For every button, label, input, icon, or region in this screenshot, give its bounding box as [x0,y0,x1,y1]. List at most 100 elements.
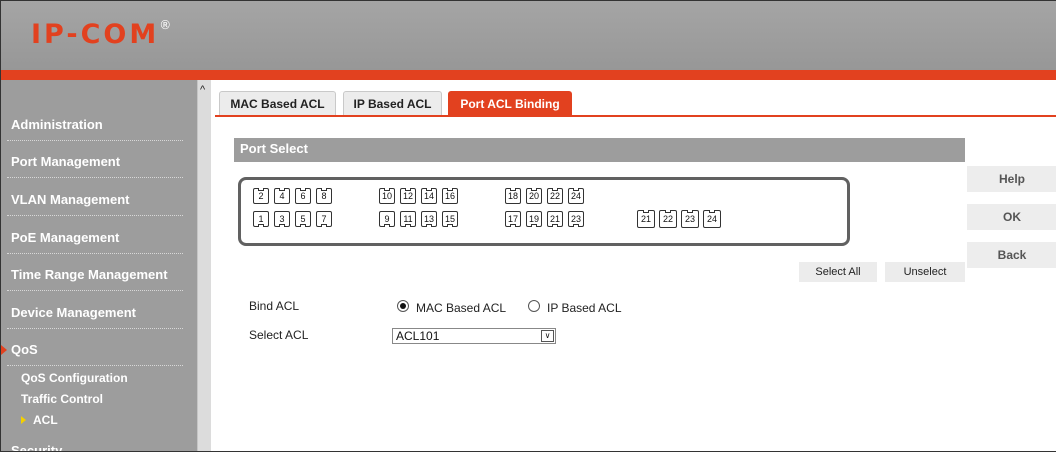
sidebar-item-administration[interactable]: Administration [1,117,197,141]
sidebar-item-time-range-management[interactable]: Time Range Management [1,267,197,291]
radio-ip-based-acl[interactable] [528,300,540,312]
port-number: 22 [662,214,673,224]
unselect-button[interactable]: Unselect [885,262,965,282]
triangle-right-icon [21,416,26,424]
port-7[interactable]: 7 [316,211,332,227]
acl-select[interactable]: ACL101 ∨ [392,328,556,344]
port-18-top[interactable]: 18 [505,188,521,204]
help-button[interactable]: Help [967,166,1056,192]
port-number: 2 [258,191,264,201]
port-number: 4 [279,191,285,201]
port-number: 24 [570,191,581,201]
port-12-top[interactable]: 12 [400,188,416,204]
port-notch [552,224,558,227]
port-number: 16 [444,191,455,201]
port-notch [573,188,579,191]
port-17[interactable]: 17 [505,211,521,227]
port-notch [384,188,390,191]
button-label: Back [997,248,1027,262]
port-4-top[interactable]: 4 [274,188,290,204]
sidebar-subitem-acl[interactable]: ACL [21,413,58,427]
port-number: 17 [507,214,518,224]
radio-ip-label: IP Based ACL [547,301,622,315]
divider [7,253,183,254]
port-10-top[interactable]: 10 [379,188,395,204]
port-notch [709,210,715,213]
port-number: 23 [684,214,695,224]
sidebar: Administration Port Management VLAN Mana… [1,80,197,451]
sidebar-item-device-management[interactable]: Device Management [1,305,197,329]
port-number: 3 [279,214,285,224]
port-notch [279,188,285,191]
sfp-port-22[interactable]: 22 [659,210,677,228]
registered-mark: ® [159,18,172,32]
port-1[interactable]: 1 [253,211,269,227]
port-13[interactable]: 13 [421,211,437,227]
sidebar-item-qos[interactable]: QoS [1,342,197,366]
radio-mac-based-acl[interactable] [397,300,409,312]
port-6-top[interactable]: 6 [295,188,311,204]
port-14-top[interactable]: 14 [421,188,437,204]
port-notch [279,224,285,227]
ipcom-logo: IP-COM® [31,18,172,50]
port-notch [447,188,453,191]
port-notch [426,188,432,191]
port-15[interactable]: 15 [442,211,458,227]
port-notch [384,224,390,227]
divider [7,328,183,329]
tab-mac-based-acl[interactable]: MAC Based ACL [219,91,336,116]
tab-label: IP Based ACL [353,97,432,111]
back-button[interactable]: Back [967,242,1056,268]
sidebar-scrollbar[interactable]: ^ [197,80,211,451]
port-9[interactable]: 9 [379,211,395,227]
tab-ip-based-acl[interactable]: IP Based ACL [343,91,442,116]
ok-button[interactable]: OK [967,204,1056,230]
port-notch [531,188,537,191]
port-8-top[interactable]: 8 [316,188,332,204]
port-notch [643,210,649,213]
port-22-top[interactable]: 22 [547,188,563,204]
header-accent-bar [1,70,1056,80]
port-notch [405,224,411,227]
port-number: 21 [640,214,651,224]
divider [7,290,183,291]
sidebar-item-security[interactable]: Security [1,443,197,451]
triangle-right-icon [1,345,7,355]
sidebar-item-port-management[interactable]: Port Management [1,154,197,178]
select-all-button[interactable]: Select All [799,262,877,282]
port-notch [531,224,537,227]
sidebar-item-label: Port Management [11,154,121,169]
sfp-port-21[interactable]: 21 [637,210,655,228]
port-number: 13 [423,214,434,224]
port-21[interactable]: 21 [547,211,563,227]
sfp-port-24[interactable]: 24 [703,210,721,228]
chevron-down-icon[interactable]: ∨ [541,330,554,342]
port-5[interactable]: 5 [295,211,311,227]
sfp-port-23[interactable]: 23 [681,210,699,228]
port-notch [321,224,327,227]
port-16-top[interactable]: 16 [442,188,458,204]
port-24-top[interactable]: 24 [568,188,584,204]
button-label: Unselect [903,266,947,278]
port-number: 9 [384,214,390,224]
divider [7,365,183,366]
port-19[interactable]: 19 [526,211,542,227]
port-2-top[interactable]: 2 [253,188,269,204]
port-11[interactable]: 11 [400,211,416,227]
port-3[interactable]: 3 [274,211,290,227]
chevron-up-icon[interactable]: ^ [200,84,205,96]
tab-port-acl-binding[interactable]: Port ACL Binding [448,91,572,116]
sidebar-subitem-traffic-control[interactable]: Traffic Control [21,392,103,406]
port-23[interactable]: 23 [568,211,584,227]
bind-acl-label: Bind ACL [249,299,300,313]
port-notch [552,188,558,191]
port-notch [321,188,327,191]
button-label: OK [1003,210,1021,224]
app-frame: IP-COM® Administration Port Management V… [0,0,1056,452]
sidebar-subitem-qos-configuration[interactable]: QoS Configuration [21,371,128,385]
sidebar-item-poe-management[interactable]: PoE Management [1,230,197,254]
tab-label: Port ACL Binding [460,97,560,111]
sidebar-item-label: Time Range Management [11,267,168,282]
port-20-top[interactable]: 20 [526,188,542,204]
sidebar-item-vlan-management[interactable]: VLAN Management [1,192,197,216]
